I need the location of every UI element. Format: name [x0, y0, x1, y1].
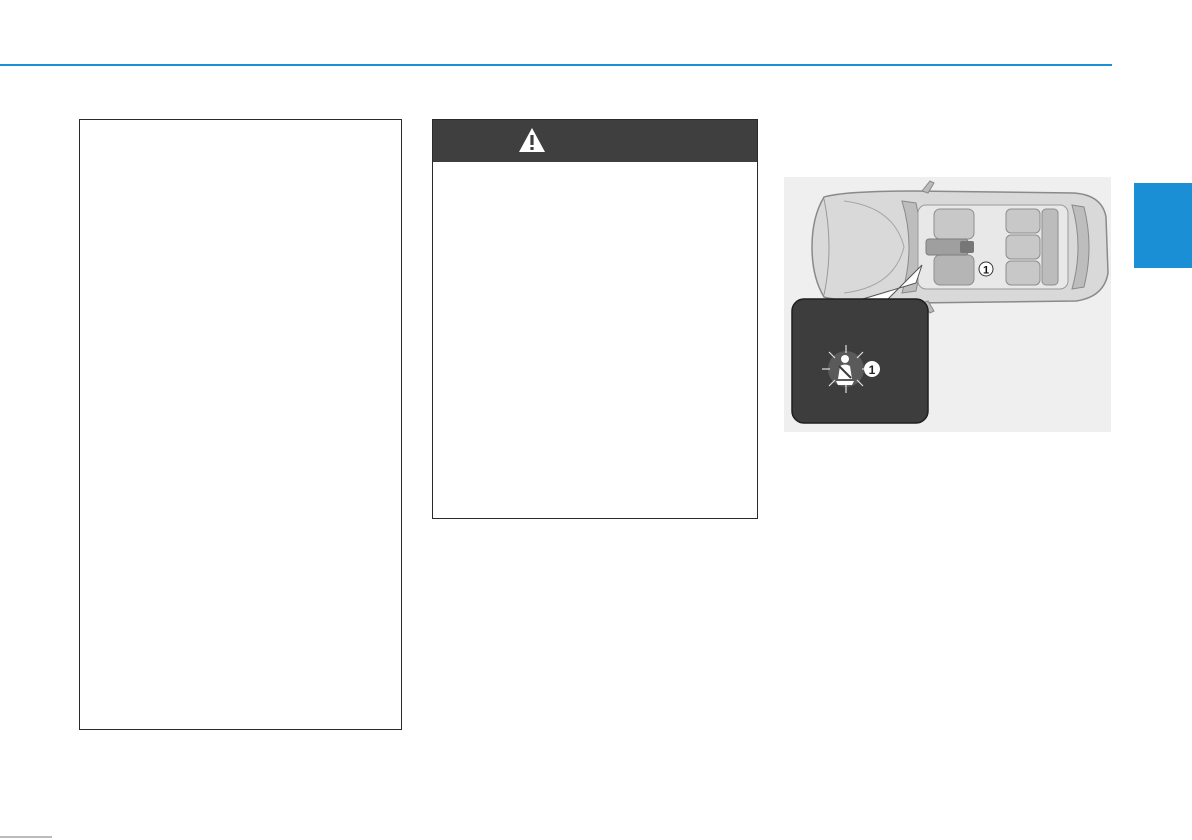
inset-callout-label: 1: [869, 363, 876, 377]
warning-triangle-icon: [519, 128, 545, 152]
warning-box: [432, 119, 758, 519]
footer-mark: [0, 836, 52, 838]
note-box: [79, 119, 402, 730]
callout-label: 1: [983, 265, 989, 277]
section-tab: [1134, 183, 1192, 268]
warning-header: [433, 120, 757, 162]
header-rule: [0, 64, 1112, 66]
seat-belt-figure: 1 1: [784, 177, 1111, 432]
car-top-view: [811, 180, 1109, 314]
warning-light-inset: 1: [791, 298, 929, 424]
